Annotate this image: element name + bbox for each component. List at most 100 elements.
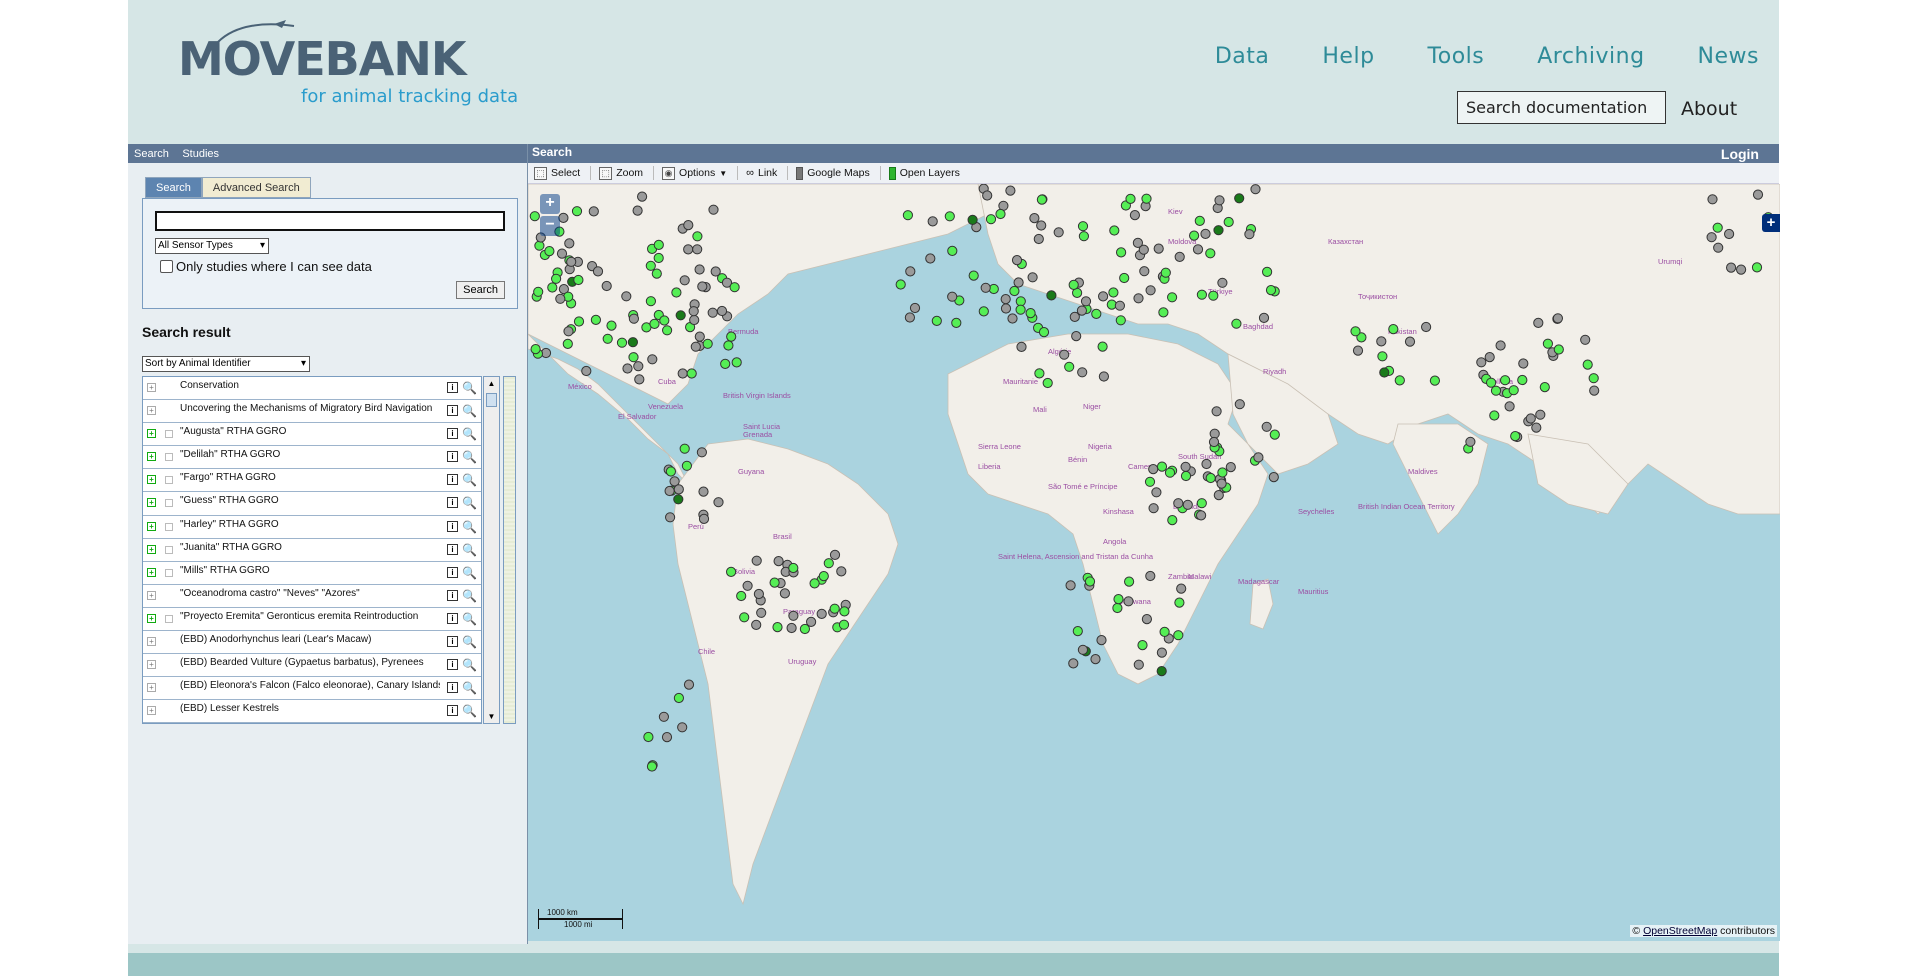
info-icon[interactable]: i <box>447 589 458 601</box>
study-location-marker[interactable] <box>628 352 639 363</box>
tab-advanced-search[interactable]: Advanced Search <box>201 177 311 198</box>
study-location-marker[interactable] <box>634 374 645 385</box>
magnifier-icon[interactable]: 🔍 <box>462 543 477 557</box>
study-location-marker[interactable] <box>947 291 958 302</box>
select-tool-button[interactable]: ⬚ Select <box>534 166 580 180</box>
study-location-marker[interactable] <box>677 368 688 379</box>
study-location-marker[interactable] <box>985 214 997 225</box>
study-location-marker[interactable] <box>1542 338 1554 349</box>
study-location-marker[interactable] <box>679 275 690 286</box>
study-location-marker[interactable] <box>1145 570 1156 582</box>
study-location-marker[interactable] <box>1194 215 1205 227</box>
list-item[interactable]: + (EBD) Lesser Kestrels i 🔍 <box>143 700 481 723</box>
study-location-marker[interactable] <box>530 344 541 355</box>
study-location-marker[interactable] <box>1531 422 1542 433</box>
study-location-marker[interactable] <box>1234 399 1245 410</box>
study-location-marker[interactable] <box>1167 515 1178 526</box>
expand-icon[interactable]: + <box>147 429 156 439</box>
study-location-marker[interactable] <box>1036 194 1048 205</box>
study-location-marker[interactable] <box>713 497 724 508</box>
magnifier-icon[interactable]: 🔍 <box>462 427 477 441</box>
study-location-marker[interactable] <box>647 354 658 365</box>
world-map[interactable]: Bermuda Cuba México El Salvador Venezuela Guy… <box>528 184 1780 941</box>
study-location-marker[interactable] <box>677 722 688 733</box>
info-icon[interactable]: i <box>447 566 458 578</box>
row-checkbox[interactable] <box>165 476 173 485</box>
study-location-marker[interactable] <box>1068 658 1079 669</box>
study-location-marker[interactable] <box>1582 359 1593 370</box>
movebank-logo[interactable]: MOVEBANK for animal tracking data <box>176 20 576 120</box>
study-location-marker[interactable] <box>649 318 660 329</box>
study-location-marker[interactable] <box>698 486 709 497</box>
study-location-marker[interactable] <box>788 562 799 574</box>
study-location-marker[interactable] <box>1539 382 1550 393</box>
study-location-marker[interactable] <box>1164 467 1176 478</box>
study-location-marker[interactable] <box>653 252 664 264</box>
study-location-marker[interactable] <box>702 338 713 349</box>
map-canvas[interactable]: BermudaCubaMéxicoEl SalvadorVenezuelaGuy… <box>528 184 1780 941</box>
left-tab-studies[interactable]: Studies <box>182 148 219 160</box>
study-location-marker[interactable] <box>633 361 644 372</box>
study-location-marker[interactable] <box>1200 228 1211 240</box>
row-checkbox[interactable] <box>165 614 173 623</box>
only-visible-studies-checkbox[interactable] <box>160 260 173 273</box>
scroll-up-icon[interactable]: ▲ <box>484 379 499 388</box>
study-location-marker[interactable] <box>1129 210 1141 221</box>
study-location-marker[interactable] <box>573 274 584 286</box>
study-location-marker[interactable] <box>1053 227 1064 238</box>
list-item[interactable]: + "Guess" RTHA GGRO i 🔍 <box>143 492 481 516</box>
study-location-marker[interactable] <box>1174 251 1185 263</box>
study-location-marker[interactable] <box>692 231 703 242</box>
study-location-marker[interactable] <box>659 315 670 326</box>
study-location-marker[interactable] <box>690 341 701 352</box>
login-link[interactable]: Login <box>1721 146 1759 162</box>
expand-icon[interactable]: + <box>147 406 156 416</box>
study-location-marker[interactable] <box>533 286 544 297</box>
study-location-marker[interactable] <box>904 312 915 323</box>
study-location-marker[interactable] <box>1258 312 1270 323</box>
study-location-marker[interactable] <box>720 358 731 369</box>
study-location-marker[interactable] <box>982 190 993 201</box>
study-location-marker[interactable] <box>909 302 921 314</box>
magnifier-icon[interactable]: 🔍 <box>462 704 477 718</box>
study-location-marker[interactable] <box>1072 626 1083 637</box>
study-location-marker[interactable] <box>692 244 703 255</box>
openstreetmap-link[interactable]: OpenStreetMap <box>1643 925 1717 937</box>
study-location-marker[interactable] <box>1034 368 1045 379</box>
study-location-marker[interactable] <box>651 268 662 279</box>
info-icon[interactable]: i <box>447 520 458 532</box>
study-location-marker[interactable] <box>726 331 737 342</box>
study-location-marker[interactable] <box>1015 296 1026 307</box>
study-location-marker[interactable] <box>671 287 682 298</box>
study-location-marker[interactable] <box>726 566 737 577</box>
info-icon[interactable]: i <box>447 705 458 717</box>
study-location-marker[interactable] <box>1205 472 1216 484</box>
study-location-marker[interactable] <box>606 320 617 331</box>
study-location-marker[interactable] <box>1489 410 1500 421</box>
study-location-marker[interactable] <box>1180 470 1192 482</box>
study-location-marker[interactable] <box>1173 630 1184 641</box>
magnifier-icon[interactable]: 🔍 <box>462 381 477 395</box>
study-location-marker[interactable] <box>1116 247 1127 258</box>
study-location-marker[interactable] <box>1173 498 1184 509</box>
study-location-marker[interactable] <box>1016 341 1027 352</box>
study-location-marker[interactable] <box>944 211 955 222</box>
study-location-marker[interactable] <box>698 513 710 524</box>
study-location-marker[interactable] <box>708 204 719 215</box>
study-location-marker[interactable] <box>1090 654 1101 665</box>
study-location-marker[interactable] <box>786 622 797 634</box>
row-checkbox[interactable] <box>165 545 173 554</box>
scroll-down-icon[interactable]: ▼ <box>484 712 499 721</box>
list-item[interactable]: + (EBD) Bearded Vulture (Gypaetus barbatu… <box>143 654 481 678</box>
magnifier-icon[interactable]: 🔍 <box>462 589 477 603</box>
study-location-marker[interactable] <box>562 338 573 349</box>
options-tool-button[interactable]: ◉ Options ▼ <box>662 166 727 180</box>
study-location-marker[interactable] <box>653 239 664 251</box>
study-location-marker[interactable] <box>601 280 612 292</box>
link-tool-button[interactable]: ∞ Link <box>746 167 777 179</box>
sensor-type-select[interactable]: All Sensor Types <box>155 238 269 254</box>
study-location-marker[interactable] <box>1180 461 1191 472</box>
study-location-marker[interactable] <box>1525 413 1536 424</box>
study-location-marker[interactable] <box>1000 294 1011 305</box>
study-location-marker[interactable] <box>673 692 684 704</box>
